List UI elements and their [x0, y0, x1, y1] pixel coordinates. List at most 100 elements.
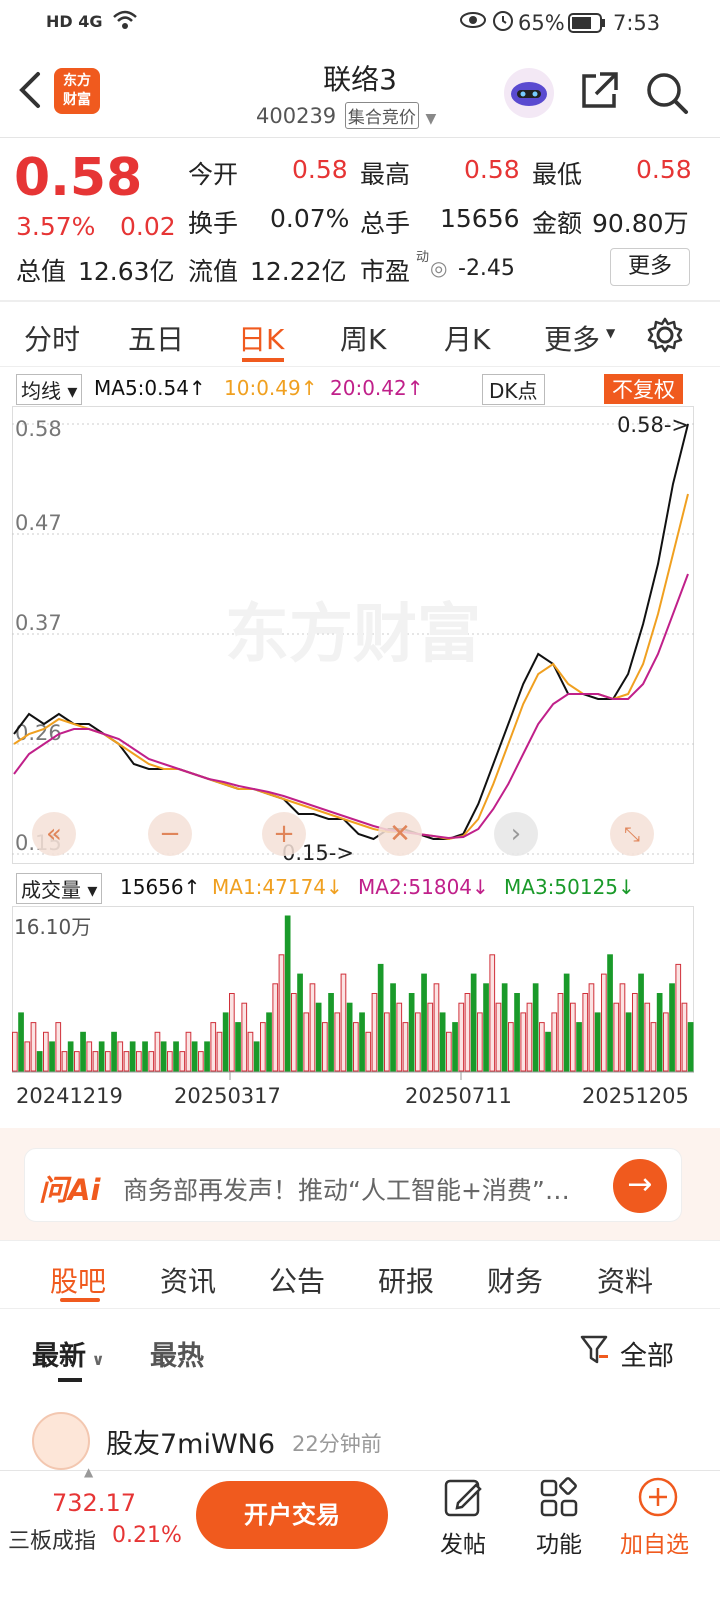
y-tick-label: 0.37 [15, 611, 62, 635]
volume-bar [353, 1022, 359, 1072]
volume-bar [36, 1051, 43, 1072]
volume-bar [247, 1031, 254, 1072]
low-label: 最低 [532, 160, 583, 189]
scroll-left-icon[interactable]: « [32, 812, 76, 856]
zoom-out-icon[interactable]: − [148, 812, 192, 856]
volume-chart[interactable]: 16.10万 20241219 20250317 20250711 202512… [12, 906, 694, 1128]
tab-news[interactable]: 资讯 [160, 1260, 216, 1300]
index-value[interactable]: 732.17 [52, 1489, 136, 1517]
post-button-label[interactable]: 发帖 [440, 1525, 486, 1559]
volume-bar [371, 993, 378, 1072]
volume-bar [123, 1051, 130, 1072]
dk-point-select[interactable]: DK点 [482, 374, 545, 405]
vol-ma2: MA2:51804↓ [358, 875, 489, 899]
volume-bar [526, 1002, 533, 1072]
ma-select[interactable]: 均线 ▾ [16, 374, 83, 405]
tab-weekly-k[interactable]: 周K [340, 318, 386, 358]
reset-icon[interactable]: ✕ [378, 812, 422, 856]
tab-announcements[interactable]: 公告 [269, 1260, 325, 1300]
filter-icon[interactable] [580, 1334, 610, 1370]
tab-monthly-k[interactable]: 月K [444, 318, 490, 358]
more-button[interactable]: 更多 [610, 248, 690, 286]
volume-max-label: 16.10万 [14, 915, 91, 939]
search-icon[interactable] [644, 70, 690, 120]
volume-bar [191, 1041, 198, 1072]
volume-bar [433, 983, 440, 1072]
ma-select-label: 均线 [21, 379, 61, 403]
share-icon[interactable] [578, 70, 620, 116]
volume-bar [92, 1051, 99, 1072]
adjust-button[interactable]: 不复权 [604, 374, 683, 404]
volume-bar [260, 1022, 266, 1072]
post-item[interactable]: 股友7miWN6 22分钟前 [0, 1408, 720, 1470]
tab-daily-k[interactable]: 日K [238, 318, 284, 358]
tab-more[interactable]: 更多 [544, 318, 600, 358]
stock-header: 东方 财富 联络3 400239 集合竞价 ▼ [0, 50, 720, 138]
ai-news-bar[interactable]: 问Ai 商务部再发声！推动“人工智能+消费”… → [24, 1148, 682, 1222]
section-tab-indicator [60, 1298, 100, 1302]
filter-all[interactable]: 全部 [620, 1334, 674, 1373]
sort-hot[interactable]: 最热 [150, 1334, 204, 1373]
volume-bar [408, 993, 415, 1072]
index-name[interactable]: 三板成指 [8, 1523, 96, 1555]
tab-profile[interactable]: 资料 [597, 1260, 653, 1300]
chevron-right-icon[interactable]: › [494, 812, 538, 856]
volume-bar [24, 1041, 31, 1072]
ai-robot-icon[interactable] [504, 68, 554, 118]
volume-bar [681, 1002, 688, 1072]
volume-bar [669, 983, 675, 1072]
volume-bar [458, 1002, 465, 1072]
tab-research[interactable]: 研报 [378, 1260, 434, 1300]
volume-bar [483, 983, 489, 1072]
open-value: 0.58 [292, 155, 348, 184]
volume-bar [415, 1012, 421, 1072]
stock-code-row[interactable]: 400239 集合竞价 ▼ [256, 102, 436, 129]
add-circle-icon[interactable] [636, 1475, 680, 1519]
volume-select[interactable]: 成交量 ▾ [16, 873, 103, 904]
kline-chart[interactable]: 0.580.470.370.260.15 东方财富 0.58-> 0.15-> [12, 406, 694, 864]
volume-bar [74, 1051, 80, 1072]
divider [0, 1240, 720, 1241]
tab-guba[interactable]: 股吧 [50, 1260, 106, 1300]
volume-bar [601, 973, 607, 1072]
alarm-icon [492, 8, 514, 37]
edit-icon[interactable] [440, 1477, 488, 1521]
volume-bar [452, 1022, 458, 1072]
fullscreen-icon[interactable]: ⤡ [610, 812, 654, 856]
volume-bar [322, 1022, 328, 1072]
volume-bar [148, 1051, 155, 1072]
volume-bar [570, 1002, 576, 1072]
avatar[interactable] [32, 1412, 90, 1470]
volume-bar [105, 1051, 111, 1072]
wifi-icon [112, 9, 138, 37]
vol-ma1: MA1:47174↓ [212, 875, 343, 899]
volume-bar [216, 1031, 223, 1072]
volume-bar [142, 1041, 148, 1072]
watermark: 东方财富 [225, 598, 481, 672]
gear-icon[interactable] [646, 316, 684, 361]
add-watchlist-label[interactable]: 加自选 [620, 1525, 689, 1559]
date-label-3: 20250711 [405, 1084, 512, 1108]
volume-bar [359, 1012, 365, 1072]
grid-icon[interactable] [538, 1477, 582, 1521]
tab-finance[interactable]: 财务 [487, 1260, 543, 1300]
eye-icon [460, 10, 486, 35]
low-value: 0.58 [636, 155, 692, 184]
function-button-label[interactable]: 功能 [536, 1525, 582, 1559]
zoom-in-icon[interactable]: + [262, 812, 306, 856]
volume-bar [266, 1012, 272, 1072]
tab-intraday[interactable]: 分时 [24, 318, 80, 358]
open-account-trade-button[interactable]: 开户交易 [196, 1481, 388, 1549]
info-icon[interactable]: ◎ [430, 256, 447, 280]
volume-bar [464, 993, 471, 1072]
post-username[interactable]: 股友7miWN6 [106, 1422, 275, 1461]
volume-bar [98, 1041, 105, 1072]
arrow-right-icon[interactable]: → [613, 1159, 667, 1213]
volume-bar [229, 993, 235, 1072]
volume-bar [396, 1002, 403, 1072]
sort-latest[interactable]: 最新 ∨ [32, 1334, 105, 1373]
y-tick-label: 0.58 [15, 417, 62, 441]
tab-5day[interactable]: 五日 [128, 318, 184, 358]
post-time: 22分钟前 [292, 1432, 382, 1456]
ai-logo: 问Ai [39, 1173, 101, 1207]
